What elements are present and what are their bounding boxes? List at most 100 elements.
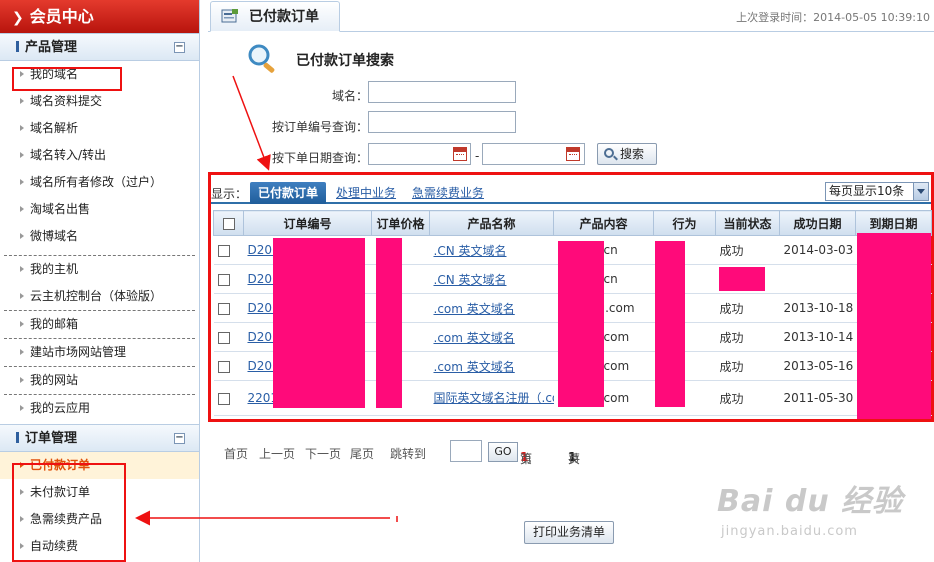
success-date-cell: 2011-05-30 <box>779 380 856 416</box>
print-list-button[interactable]: 打印业务清单 <box>524 521 614 544</box>
sidebar-item-label: 我的主机 <box>30 262 79 276</box>
chevron-down-icon <box>913 183 928 200</box>
row-checkbox[interactable] <box>217 360 230 373</box>
product-link[interactable]: .com 英文域名 <box>429 293 554 323</box>
triangle-icon <box>20 206 24 212</box>
sidebar-item-weibo-domain[interactable]: 微博域名 <box>0 223 199 250</box>
order-no-input[interactable] <box>368 111 516 133</box>
product-link[interactable]: .com 英文域名 <box>429 351 554 381</box>
status-cell: 成功 <box>715 235 780 265</box>
group-header-orders[interactable]: 订单管理 − <box>0 424 199 452</box>
triangle-icon <box>20 405 24 411</box>
sidebar-item-cloud-app[interactable]: 我的云应用 <box>0 395 199 422</box>
pager-last[interactable]: 尾页 <box>350 445 374 462</box>
group-header-product[interactable]: 产品管理 − <box>0 33 199 61</box>
pager: 首页 上一页 下一页 尾页 跳转到 GO 第 1 页 共 1 页 <box>224 440 924 466</box>
success-date-cell: 2013-10-18 <box>779 293 856 323</box>
highlight-box <box>12 67 122 91</box>
search-button-label: 搜索 <box>620 147 645 161</box>
row-checkbox-cell <box>213 380 244 416</box>
select-all-checkbox[interactable] <box>222 217 235 230</box>
jump-page-input[interactable] <box>450 440 482 462</box>
col-status[interactable]: 当前状态 <box>715 210 780 236</box>
sidebar-item-site-market[interactable]: 建站市场网站管理 <box>0 339 199 366</box>
triangle-icon <box>20 233 24 239</box>
search-icon <box>604 148 614 158</box>
per-page-value: 每页显示10条 <box>829 184 905 198</box>
calendar-icon[interactable] <box>566 147 580 161</box>
status-cell: 成功 <box>715 351 780 381</box>
product-link[interactable]: .CN 英文域名 <box>429 235 554 265</box>
sidebar-item-cloud-console[interactable]: 云主机控制台（体验版） <box>0 283 199 310</box>
success-date-cell: 2013-05-16 <box>779 351 856 381</box>
status-cell: 成功 <box>715 322 780 352</box>
tab-processing[interactable]: 处理中业务 <box>328 182 404 204</box>
row-checkbox[interactable] <box>217 331 230 344</box>
group-bar-icon <box>16 41 19 52</box>
group-title: 订单管理 <box>25 431 78 446</box>
magnifier-icon <box>248 44 275 73</box>
sidebar-item-my-mail[interactable]: 我的邮箱 <box>0 311 199 338</box>
row-checkbox[interactable] <box>217 302 230 315</box>
triangle-icon <box>20 179 24 185</box>
sidebar-item-label: 云主机控制台（体验版） <box>30 289 163 303</box>
sidebar-item-dns[interactable]: 域名解析 <box>0 115 199 142</box>
row-checkbox[interactable] <box>217 273 230 286</box>
sidebar-item-label: 建站市场网站管理 <box>30 345 127 359</box>
pager-next[interactable]: 下一页 <box>305 445 341 462</box>
watermark-main: Bai du 经验 <box>717 484 904 519</box>
sidebar-item-domain-sale[interactable]: 淘域名出售 <box>0 196 199 223</box>
per-page-select[interactable]: 每页显示10条 <box>825 182 929 201</box>
product-link[interactable]: .com 英文域名 <box>429 322 554 352</box>
tab-paid-orders[interactable]: 已付款订单 <box>250 182 327 204</box>
results-panel: 显示： 已付款订单 处理中业务 急需续费业务 每页显示10条 订单编号 订单价格… <box>208 172 934 422</box>
status-cell: 成功 <box>715 293 780 323</box>
redaction-block <box>655 241 685 407</box>
sidebar-item-my-host[interactable]: 我的主机 <box>0 256 199 283</box>
page-tab[interactable]: 已付款订单 <box>210 1 340 32</box>
triangle-icon <box>20 377 24 383</box>
highlight-box <box>12 463 126 562</box>
collapse-icon[interactable]: − <box>174 42 185 53</box>
watermark-sub: jingyan.baidu.com <box>721 524 858 539</box>
group-bar-icon <box>16 432 19 443</box>
group-title: 产品管理 <box>25 40 78 55</box>
row-checkbox[interactable] <box>217 244 230 257</box>
search-panel: 已付款订单搜索 域名： 按订单编号查询： 按下单日期查询： - 搜索 <box>208 33 934 173</box>
results-tabs: 显示： 已付款订单 处理中业务 急需续费业务 每页显示10条 <box>211 177 931 204</box>
calendar-icon[interactable] <box>453 147 467 161</box>
search-button[interactable]: 搜索 <box>597 143 657 165</box>
col-order-no[interactable]: 订单编号 <box>243 210 372 236</box>
sidebar-item-label: 域名解析 <box>30 121 79 135</box>
col-expiry-date[interactable]: 到期日期 <box>855 210 932 236</box>
chevron-right-icon: ❯ <box>12 10 24 26</box>
go-button[interactable]: GO <box>488 442 518 462</box>
col-action[interactable]: 行为 <box>653 210 716 236</box>
sidebar-item-label: 我的邮箱 <box>30 317 79 331</box>
page-suffix: 页 <box>520 452 533 466</box>
pager-prev[interactable]: 上一页 <box>259 445 295 462</box>
pager-first[interactable]: 首页 <box>224 445 248 462</box>
col-content[interactable]: 产品内容 <box>553 210 654 236</box>
sidebar-item-label: 域名所有者修改（过户） <box>30 175 163 189</box>
collapse-icon[interactable]: − <box>174 433 185 444</box>
sidebar-item-label: 域名转入/转出 <box>30 148 107 162</box>
sidebar-item-transfer[interactable]: 域名转入/转出 <box>0 142 199 169</box>
triangle-icon <box>20 266 24 272</box>
triangle-icon <box>20 125 24 131</box>
col-price[interactable]: 订单价格 <box>371 210 430 236</box>
col-success-date[interactable]: 成功日期 <box>779 210 856 236</box>
product-link[interactable]: .CN 英文域名 <box>429 264 554 294</box>
product-link[interactable]: 国际英文域名注册（.com） <box>429 380 554 416</box>
redaction-block <box>719 267 765 291</box>
sidebar-item-owner-change[interactable]: 域名所有者修改（过户） <box>0 169 199 196</box>
topbar: 已付款订单 上次登录时间：2014-05-05 10:39:10 <box>208 0 934 32</box>
sidebar-item-domain-info[interactable]: 域名资料提交 <box>0 88 199 115</box>
col-product[interactable]: 产品名称 <box>429 210 554 236</box>
triangle-icon <box>20 98 24 104</box>
domain-input[interactable] <box>368 81 516 103</box>
domain-label: 域名： <box>331 89 368 103</box>
row-checkbox[interactable] <box>217 392 230 405</box>
sidebar-item-my-site[interactable]: 我的网站 <box>0 367 199 394</box>
tab-renew-urgent[interactable]: 急需续费业务 <box>404 182 492 204</box>
